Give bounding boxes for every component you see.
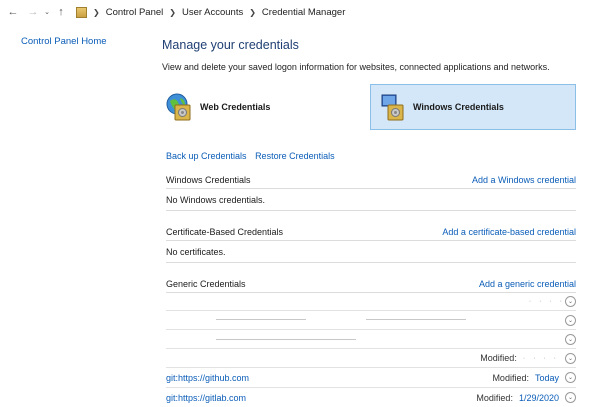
recent-locations-button[interactable]: ⌄	[42, 4, 52, 20]
section-header: Windows Credentials Add a Windows creden…	[166, 175, 576, 189]
section-title: Windows Credentials	[166, 175, 251, 185]
breadcrumb-user-accounts[interactable]: User Accounts	[182, 7, 243, 18]
main-content: Manage your credentials View and delete …	[162, 38, 576, 407]
credential-row[interactable]: git:https://gitlab.com Modified: 1/29/20…	[166, 388, 576, 407]
credential-name: git:https://gitlab.com	[166, 392, 247, 403]
chevron-down-icon[interactable]: ⌄	[565, 392, 576, 403]
redaction-mark	[366, 319, 466, 320]
sidebar: Control Panel Home	[21, 36, 107, 47]
chevron-down-icon[interactable]: ⌄	[565, 296, 576, 307]
back-up-credentials-link[interactable]: Back up Credentials	[166, 151, 247, 161]
breadcrumb: ❯ Control Panel ❯ User Accounts ❯ Creden…	[72, 6, 345, 18]
web-credentials-label: Web Credentials	[200, 102, 271, 112]
credential-row[interactable]: Modified: · · · · ⌄	[166, 349, 576, 368]
chevron-down-icon[interactable]: ⌄	[565, 372, 576, 383]
up-button[interactable]: ↑	[54, 4, 68, 20]
arrow-left-icon: ←	[7, 6, 19, 18]
chevron-right-icon[interactable]: ❯	[169, 8, 176, 17]
control-panel-home-link[interactable]: Control Panel Home	[21, 36, 107, 47]
redaction-mark	[216, 339, 356, 340]
chevron-right-icon[interactable]: ❯	[249, 8, 256, 17]
windows-credentials-empty: No Windows credentials.	[166, 189, 576, 211]
credential-row[interactable]: git:https://github.com Modified: Today ⌄	[166, 368, 576, 388]
backup-restore-links: Back up Credentials Restore Credentials	[162, 151, 576, 161]
restore-credentials-link[interactable]: Restore Credentials	[255, 151, 335, 161]
certificate-credentials-section: Certificate-Based Credentials Add a cert…	[166, 227, 576, 263]
chevron-down-icon: ⌄	[44, 9, 50, 16]
section-title: Generic Credentials	[166, 279, 246, 289]
windows-vault-icon	[379, 93, 405, 121]
web-credentials-tile[interactable]: Web Credentials	[166, 84, 356, 130]
chevron-down-icon[interactable]: ⌄	[565, 314, 576, 326]
add-certificate-credential-link[interactable]: Add a certificate-based credential	[442, 227, 576, 237]
windows-credentials-tile[interactable]: Windows Credentials	[370, 84, 576, 130]
windows-credentials-label: Windows Credentials	[413, 102, 504, 112]
modified-value: 1/29/2020	[518, 392, 559, 403]
add-generic-credential-link[interactable]: Add a generic credential	[479, 279, 576, 289]
modified-value: Today	[534, 372, 559, 383]
chevron-right-icon[interactable]: ❯	[93, 8, 100, 17]
breadcrumb-control-panel[interactable]: Control Panel	[106, 7, 164, 18]
windows-credentials-section: Windows Credentials Add a Windows creden…	[166, 175, 576, 211]
credential-row[interactable]: · · · · ⌄	[166, 293, 576, 311]
address-bar: ← → ⌄ ↑ ❯ Control Panel ❯ User Accounts …	[0, 0, 616, 24]
section-title: Certificate-Based Credentials	[166, 227, 284, 237]
credential-row[interactable]: ⌄	[166, 330, 576, 349]
section-header: Generic Credentials Add a generic creden…	[166, 279, 576, 293]
redacted-text: · · · ·	[528, 298, 565, 305]
modified-label: Modified:	[476, 392, 513, 403]
modified-label: Modified:	[492, 372, 529, 383]
breadcrumb-credential-manager[interactable]: Credential Manager	[262, 7, 345, 18]
page-subtitle: View and delete your saved logon informa…	[162, 62, 550, 72]
credential-type-selector: Web Credentials Windows Credentials	[162, 84, 576, 132]
web-vault-icon	[166, 93, 192, 121]
add-windows-credential-link[interactable]: Add a Windows credential	[472, 175, 576, 185]
arrow-right-icon: →	[27, 6, 39, 18]
credential-row[interactable]: ⌄	[166, 311, 576, 330]
chevron-down-icon[interactable]: ⌄	[565, 352, 576, 364]
arrow-up-icon: ↑	[58, 6, 64, 18]
generic-credentials-section: Generic Credentials Add a generic creden…	[166, 279, 576, 407]
back-button[interactable]: ←	[6, 4, 20, 20]
certificate-credentials-empty: No certificates.	[166, 241, 576, 263]
redaction-mark	[216, 319, 306, 320]
redacted-date: · · · ·	[522, 354, 559, 362]
control-panel-icon	[76, 6, 87, 18]
credential-name: git:https://github.com	[166, 372, 250, 383]
section-header: Certificate-Based Credentials Add a cert…	[166, 227, 576, 241]
modified-label: Modified:	[480, 353, 517, 363]
chevron-down-icon[interactable]: ⌄	[565, 333, 576, 345]
forward-button[interactable]: →	[26, 4, 40, 20]
page-title: Manage your credentials	[162, 38, 299, 52]
